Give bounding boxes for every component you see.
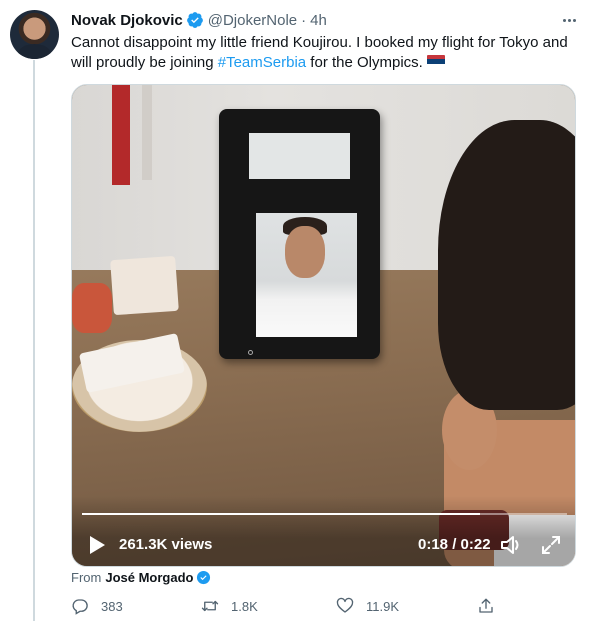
like-count: 11.9K: [366, 598, 400, 614]
separator-dot: ·: [301, 11, 307, 29]
reply-count: 383: [101, 598, 123, 614]
video-progress-fill: [82, 513, 480, 515]
like-button[interactable]: 11.9K: [336, 597, 399, 615]
tweet-header: Novak Djokovic @DjokerNole · 4h: [71, 10, 327, 30]
avatar[interactable]: [10, 10, 59, 59]
tweet-text-part2: for the Olympics.: [306, 54, 423, 71]
verified-badge-icon: [197, 570, 211, 585]
author-name[interactable]: Novak Djokovic: [71, 12, 183, 29]
tweet-timestamp[interactable]: 4h: [310, 12, 327, 29]
share-button[interactable]: [477, 597, 495, 615]
volume-icon[interactable]: [500, 534, 524, 556]
serbia-flag-icon: [426, 55, 445, 68]
video-time-separator: /: [452, 536, 457, 553]
play-icon[interactable]: [87, 535, 107, 555]
verified-badge-icon: [186, 12, 203, 28]
tweet-actions: 383 1.8K 11.9K: [71, 597, 501, 619]
video-attribution: From José Morgado: [71, 570, 215, 585]
video-player[interactable]: 261.3K views 0:18 / 0:22: [71, 84, 576, 567]
attribution-source[interactable]: José Morgado: [105, 570, 193, 585]
video-frame-curtain: [112, 85, 130, 185]
author-handle[interactable]: @DjokerNole: [208, 12, 297, 29]
reply-button[interactable]: 383: [71, 597, 123, 615]
video-frame-tablet: [219, 109, 380, 359]
retweet-button[interactable]: 1.8K: [201, 597, 258, 615]
share-icon: [479, 598, 493, 613]
tweet-text: Cannot disappoint my little friend Kouji…: [71, 33, 581, 73]
video-time: 0:18 / 0:22: [418, 536, 491, 553]
video-current-time: 0:18: [418, 536, 449, 553]
video-progress-bar[interactable]: [82, 513, 567, 515]
video-frame-cake-photo: [110, 255, 179, 316]
thread-line: [33, 60, 35, 621]
retweet-icon: [201, 600, 219, 612]
fullscreen-icon[interactable]: [540, 534, 562, 556]
hashtag-link[interactable]: #TeamSerbia: [218, 54, 306, 71]
video-frame-curtain-light: [142, 85, 152, 180]
like-icon: [336, 597, 354, 613]
retweet-count: 1.8K: [231, 598, 258, 614]
video-frame-cake-fruit: [72, 283, 112, 333]
view-count: 261.3K views: [119, 536, 213, 553]
reply-icon: [72, 599, 88, 615]
video-duration: 0:22: [460, 536, 491, 553]
attribution-prefix: From: [71, 570, 102, 585]
more-icon[interactable]: [559, 10, 579, 30]
